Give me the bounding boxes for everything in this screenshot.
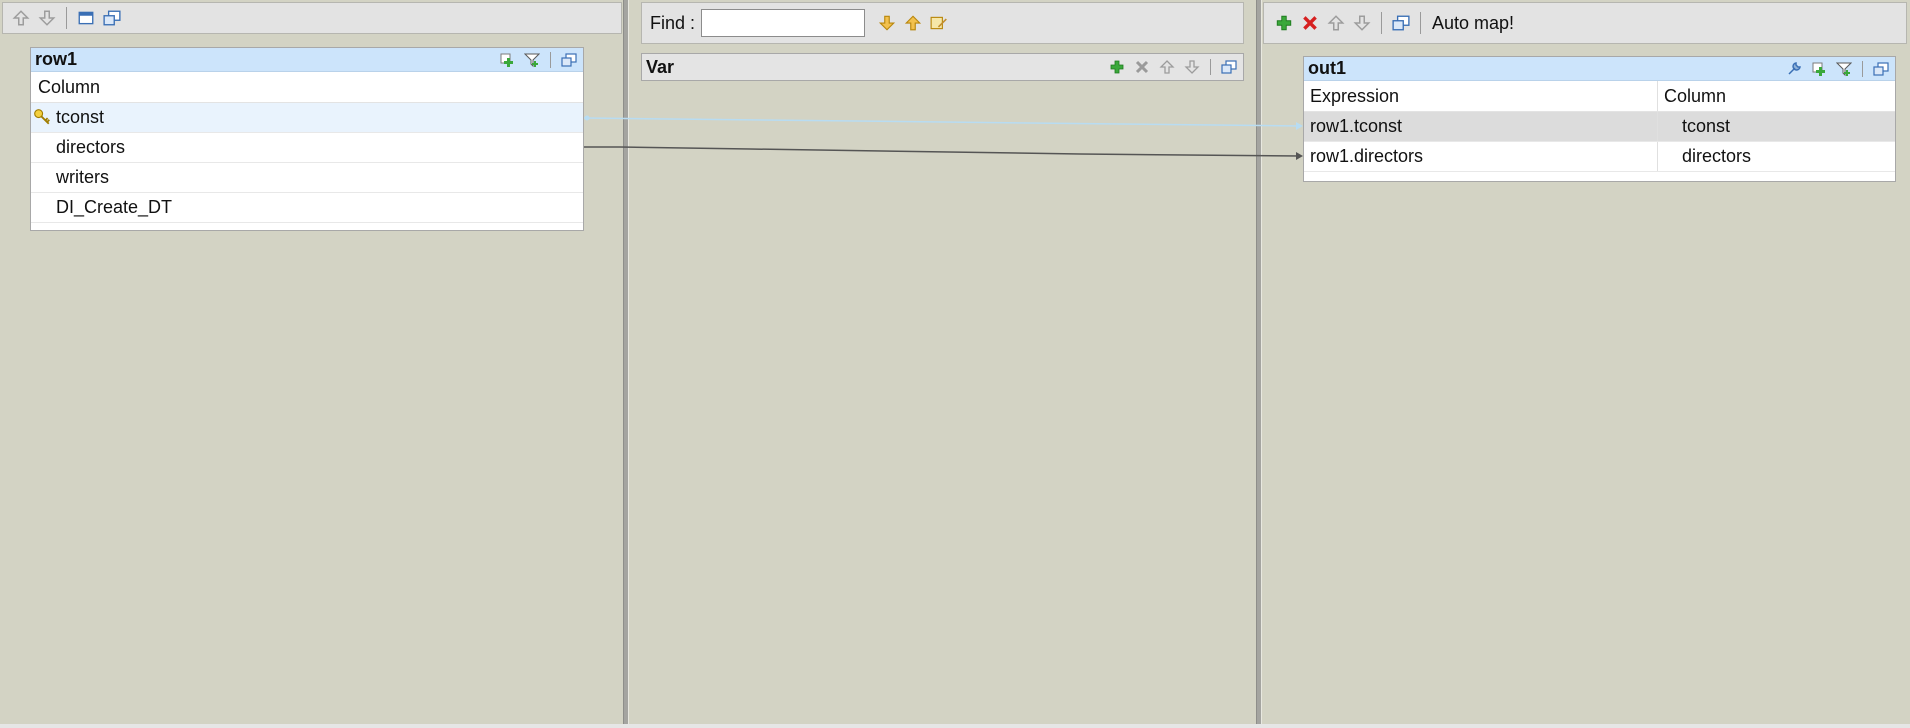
add-filter-icon[interactable]: [1809, 59, 1829, 79]
variables-pane: [630, 0, 1256, 724]
pane-splitter-right[interactable]: [1256, 0, 1262, 724]
move-up-icon[interactable]: [1157, 57, 1177, 77]
find-label: Find :: [650, 12, 696, 33]
bottom-bar: [0, 724, 1910, 728]
add-icon[interactable]: [1274, 13, 1294, 33]
header-separator: [1210, 59, 1211, 75]
output-column-headers: Expression Column: [1304, 81, 1895, 112]
column-cell[interactable]: tconst: [1658, 112, 1895, 141]
var-table-header: Var: [642, 54, 1243, 80]
column-cell[interactable]: directors: [1658, 142, 1895, 171]
expression-header: Expression: [1304, 81, 1658, 111]
find-next-icon[interactable]: [877, 13, 897, 33]
toolbar-separator: [1420, 12, 1421, 34]
move-down-icon[interactable]: [37, 8, 57, 28]
find-toolbar: Find :: [641, 2, 1244, 44]
find-input[interactable]: [701, 9, 866, 37]
move-up-icon[interactable]: [11, 8, 31, 28]
pane-splitter-left[interactable]: [623, 0, 629, 724]
table-row[interactable]: DI_Create_DT: [31, 193, 583, 223]
remove-icon[interactable]: [1300, 13, 1320, 33]
wrench-icon[interactable]: [1784, 59, 1804, 79]
expression-cell[interactable]: row1.tconst: [1304, 112, 1658, 141]
minimize-table-icon[interactable]: [1871, 59, 1891, 79]
input-toolbar: [2, 2, 622, 34]
column-name: DI_Create_DT: [56, 197, 173, 217]
minimize-icon[interactable]: [76, 8, 96, 28]
input-table-row1: row1 Column tconst directors writers DI_…: [30, 47, 584, 231]
output-table-out1: out1 Expression Column row1.tconst tcons…: [1303, 56, 1896, 182]
column-header: Column: [1664, 85, 1727, 106]
table-row[interactable]: writers: [31, 163, 583, 193]
table-row[interactable]: directors: [31, 133, 583, 163]
toolbar-separator: [1381, 12, 1382, 34]
find-previous-icon[interactable]: [903, 13, 923, 33]
expression-cell[interactable]: row1.directors: [1304, 142, 1658, 171]
header-separator: [550, 51, 551, 68]
window-icon[interactable]: [1391, 13, 1411, 33]
highlight-icon[interactable]: [929, 13, 949, 33]
column-name: tconst: [56, 107, 105, 127]
auto-map-button[interactable]: Auto map!: [1432, 13, 1514, 34]
input-table-header: row1: [31, 48, 583, 72]
add-icon[interactable]: [1107, 57, 1127, 77]
column-name: writers: [56, 167, 109, 187]
header-separator: [1862, 60, 1863, 77]
remove-icon[interactable]: [1132, 57, 1152, 77]
move-down-icon[interactable]: [1352, 13, 1372, 33]
filter-icon[interactable]: [1834, 59, 1854, 79]
add-filter-icon[interactable]: [497, 50, 517, 70]
var-table-title: Var: [646, 56, 675, 77]
output-toolbar: Auto map!: [1263, 2, 1907, 44]
key-icon: [33, 108, 51, 126]
output-table-header: out1: [1304, 57, 1895, 81]
column-name: directors: [56, 137, 126, 157]
move-up-icon[interactable]: [1326, 13, 1346, 33]
table-row[interactable]: row1.tconst tconst: [1304, 112, 1895, 142]
move-down-icon[interactable]: [1182, 57, 1202, 77]
toolbar-separator: [66, 7, 67, 29]
output-table-title: out1: [1308, 58, 1346, 78]
table-row[interactable]: row1.directors directors: [1304, 142, 1895, 172]
filter-icon[interactable]: [522, 50, 542, 70]
var-table: Var: [641, 53, 1244, 81]
window-icon[interactable]: [102, 8, 122, 28]
input-table-title: row1: [35, 49, 78, 69]
input-column-header: Column: [31, 72, 583, 103]
minimize-table-icon[interactable]: [559, 50, 579, 70]
table-row[interactable]: tconst: [31, 103, 583, 133]
minimize-table-icon[interactable]: [1219, 57, 1239, 77]
